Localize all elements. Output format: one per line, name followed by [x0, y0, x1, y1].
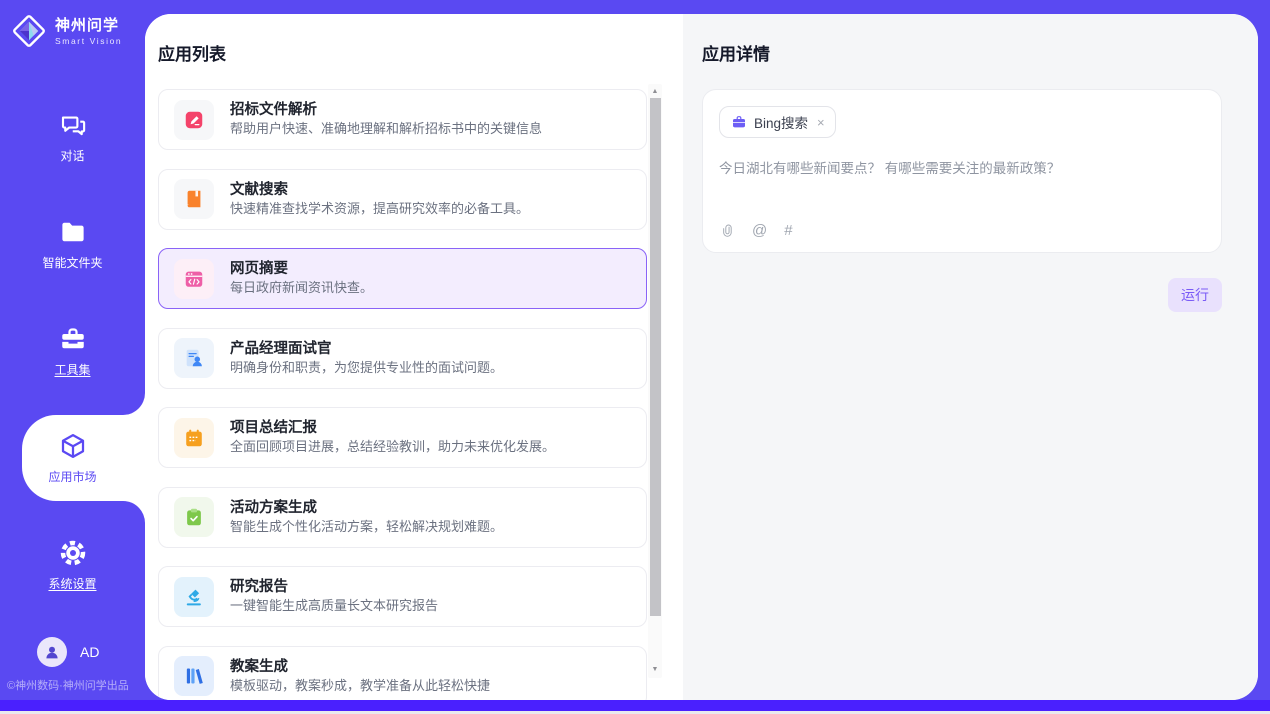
brand-logo: 神州问学 Smart Vision [9, 11, 122, 51]
app-card-title: 活动方案生成 [230, 501, 503, 516]
app-card[interactable]: 产品经理面试官 明确身份和职责，为您提供专业性的面试问题。 [158, 328, 647, 389]
at-icon[interactable]: @ [752, 222, 767, 239]
paperclip-icon[interactable] [720, 223, 735, 238]
prompt-text[interactable]: 今日湖北有哪些新闻要点？ 有哪些需要关注的最新政策？ [719, 160, 1205, 178]
app-card-description: 全面回顾项目进展，总结经验教训，助力未来优化发展。 [230, 440, 555, 454]
edit-doc-icon [174, 100, 214, 140]
app-card-description: 明确身份和职责，为您提供专业性的面试问题。 [230, 361, 503, 375]
brand-subtitle: Smart Vision [55, 36, 122, 46]
prompt-card: Bing搜索 × 今日湖北有哪些新闻要点？ 有哪些需要关注的最新政策？ @ # [702, 89, 1222, 253]
sidebar-item-settings[interactable]: 系统设置 [0, 522, 145, 608]
scrollbar[interactable]: ▲ ▼ [648, 84, 662, 678]
user-avatar-icon [37, 637, 67, 667]
app-card-title: 教案生成 [230, 660, 490, 675]
sidebar-item-label: 智能文件夹 [42, 254, 102, 271]
sidebar: 神州问学 Smart Vision 对话 智能文件夹 工具集 应用市场 系统设置 [0, 0, 145, 700]
app-card[interactable]: 网页摘要 每日政府新闻资讯快查。 [158, 248, 647, 309]
app-card-title: 招标文件解析 [230, 103, 542, 118]
run-button[interactable]: 运行 [1168, 278, 1222, 312]
chat-icon [58, 110, 88, 140]
scrollbar-thumb[interactable] [650, 98, 661, 616]
active-bubble-notch-bottom [123, 501, 145, 523]
app-card-text: 网页摘要 每日政府新闻资讯快查。 [230, 262, 373, 295]
app-card[interactable]: 活动方案生成 智能生成个性化活动方案，轻松解决规划难题。 [158, 487, 647, 548]
app-card-title: 产品经理面试官 [230, 342, 503, 357]
app-card-text: 活动方案生成 智能生成个性化活动方案，轻松解决规划难题。 [230, 501, 503, 534]
app-card-text: 招标文件解析 帮助用户快速、准确地理解和解析招标书中的关键信息 [230, 103, 542, 136]
app-card-title: 项目总结汇报 [230, 421, 555, 436]
app-detail-title: 应用详情 [702, 40, 1222, 65]
app-card-text: 教案生成 模板驱动，教案秒成，教学准备从此轻松快捷 [230, 660, 490, 693]
clipboard-icon [174, 497, 214, 537]
sidebar-item-label: 系统设置 [48, 575, 96, 592]
bottom-accent-bar [0, 700, 1270, 711]
brand-logo-icon [9, 11, 49, 51]
toolbox-icon [58, 324, 88, 354]
prompt-toolbar: @ # [720, 222, 793, 239]
calendar-icon [174, 418, 214, 458]
tool-chip-bing-search[interactable]: Bing搜索 × [719, 106, 836, 138]
chip-close-icon[interactable]: × [817, 115, 825, 130]
app-card-text: 产品经理面试官 明确身份和职责，为您提供专业性的面试问题。 [230, 342, 503, 375]
scroll-up-arrow-icon[interactable]: ▲ [648, 86, 662, 98]
user-name: AD [80, 644, 99, 660]
sidebar-item-label: 应用市场 [48, 468, 96, 485]
app-card-description: 帮助用户快速、准确地理解和解析招标书中的关键信息 [230, 122, 542, 136]
active-bubble-notch-top [123, 393, 145, 415]
copyright-text: ©神州数码·神州问学出品 [7, 677, 129, 693]
app-list-title: 应用列表 [158, 40, 683, 65]
book-icon [174, 179, 214, 219]
app-card-text: 项目总结汇报 全面回顾项目进展，总结经验教训，助力未来优化发展。 [230, 421, 555, 454]
app-card-title: 研究报告 [230, 580, 438, 595]
app-card-text: 文献搜索 快速精准查找学术资源，提高研究效率的必备工具。 [230, 183, 529, 216]
sidebar-item-toolset[interactable]: 工具集 [0, 308, 145, 394]
webpage-icon [174, 259, 214, 299]
app-window: 神州问学 Smart Vision 对话 智能文件夹 工具集 应用市场 系统设置 [0, 0, 1270, 714]
interview-icon [174, 338, 214, 378]
sidebar-item-app-market[interactable]: 应用市场 [22, 415, 145, 501]
app-card[interactable]: 教案生成 模板驱动，教案秒成，教学准备从此轻松快捷 [158, 646, 647, 701]
sidebar-item-chat[interactable]: 对话 [0, 94, 145, 180]
app-card-description: 一键智能生成高质量长文本研究报告 [230, 599, 438, 613]
app-detail-panel: 应用详情 Bing搜索 × 今日湖北有哪些新闻要点？ 有哪些需要关注的最新政策？ [683, 14, 1258, 700]
app-card-list: 招标文件解析 帮助用户快速、准确地理解和解析招标书中的关键信息 文献搜索 快速精… [158, 89, 647, 700]
app-card[interactable]: 项目总结汇报 全面回顾项目进展，总结经验教训，助力未来优化发展。 [158, 407, 647, 468]
gear-icon [58, 538, 88, 568]
app-card-description: 模板驱动，教案秒成，教学准备从此轻松快捷 [230, 679, 490, 693]
cube-icon [58, 431, 88, 461]
app-card[interactable]: 文献搜索 快速精准查找学术资源，提高研究效率的必备工具。 [158, 169, 647, 230]
sidebar-item-smart-folder[interactable]: 智能文件夹 [0, 201, 145, 287]
app-card[interactable]: 招标文件解析 帮助用户快速、准确地理解和解析招标书中的关键信息 [158, 89, 647, 150]
app-card-title: 文献搜索 [230, 183, 529, 198]
tool-chip-label: Bing搜索 [754, 112, 808, 132]
brand-text: 神州问学 Smart Vision [55, 17, 122, 46]
hash-icon[interactable]: # [784, 222, 792, 239]
app-list-panel: 应用列表 招标文件解析 帮助用户快速、准确地理解和解析招标书中的关键信息 文献搜… [145, 14, 683, 700]
brand-name: 神州问学 [55, 17, 122, 34]
app-card[interactable]: 研究报告 一键智能生成高质量长文本研究报告 [158, 566, 647, 627]
sidebar-item-label: 对话 [60, 147, 84, 164]
app-card-description: 每日政府新闻资讯快查。 [230, 281, 373, 295]
app-card-description: 快速精准查找学术资源，提高研究效率的必备工具。 [230, 202, 529, 216]
user-account[interactable]: AD [37, 637, 99, 667]
microscope-icon [174, 577, 214, 617]
app-card-title: 网页摘要 [230, 262, 373, 277]
briefcase-icon [731, 114, 747, 130]
folder-icon [58, 217, 88, 247]
app-card-text: 研究报告 一键智能生成高质量长文本研究报告 [230, 580, 438, 613]
main-content: 应用列表 招标文件解析 帮助用户快速、准确地理解和解析招标书中的关键信息 文献搜… [145, 14, 1258, 700]
scroll-down-arrow-icon[interactable]: ▼ [648, 664, 662, 676]
books-icon [174, 656, 214, 696]
sidebar-item-label: 工具集 [54, 361, 90, 378]
app-card-description: 智能生成个性化活动方案，轻松解决规划难题。 [230, 520, 503, 534]
sidebar-nav: 对话 智能文件夹 工具集 应用市场 系统设置 [0, 94, 145, 608]
